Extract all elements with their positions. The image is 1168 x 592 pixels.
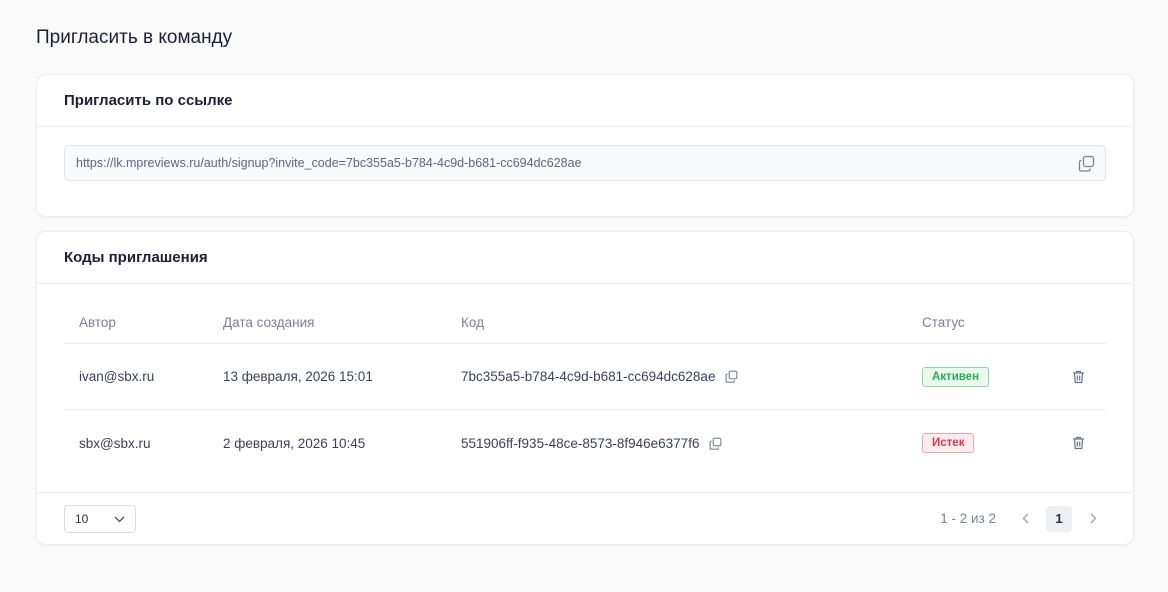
chevron-down-icon: [114, 512, 125, 526]
invite-codes-card: Коды приглашения Автор Дата создания Код…: [36, 231, 1134, 545]
table-footer: 10 1 - 2 из 2 1: [37, 492, 1133, 544]
page-size-value: 10: [75, 511, 89, 526]
column-header-date: Дата создания: [223, 315, 315, 330]
invite-link-card: Пригласить по ссылке https://lk.mpreview…: [36, 74, 1134, 217]
row-status-cell: Истек: [922, 433, 1072, 453]
trash-icon[interactable]: [1072, 436, 1085, 450]
row-date: 2 февраля, 2026 10:45: [223, 435, 366, 451]
invite-link-card-header: Пригласить по ссылке: [37, 75, 1133, 127]
row-code: 551906ff-f935-48ce-8573-8f946e6377f6: [461, 435, 700, 451]
chevron-left-icon[interactable]: [1012, 506, 1038, 532]
column-header-author: Автор: [79, 315, 116, 330]
invite-codes-title: Коды приглашения: [64, 249, 208, 266]
row-code-cell: 551906ff-f935-48ce-8573-8f946e6377f6: [461, 436, 922, 451]
copy-icon[interactable]: [709, 437, 722, 450]
status-badge: Активен: [922, 366, 990, 387]
invite-link-url[interactable]: https://lk.mpreviews.ru/auth/signup?invi…: [76, 156, 1078, 170]
invite-page: Пригласить в команду Пригласить по ссылк…: [0, 0, 1168, 592]
row-code: 7bc355a5-b784-4c9d-b681-cc694dc628ae: [461, 369, 716, 384]
table-row: ivan@sbx.ru 13 февраля, 2026 15:01 7bc35…: [64, 344, 1106, 410]
row-date: 13 февраля, 2026 15:01: [223, 369, 373, 384]
table-row: sbx@sbx.ru 2 февраля, 2026 10:45 551906f…: [64, 410, 1106, 476]
pagination-page-current[interactable]: 1: [1046, 505, 1072, 532]
row-code-cell: 7bc355a5-b784-4c9d-b681-cc694dc628ae: [461, 369, 922, 384]
page-size-select[interactable]: 10: [64, 504, 136, 533]
row-author: sbx@sbx.ru: [79, 435, 151, 451]
invite-codes-card-header: Коды приглашения: [37, 232, 1133, 284]
status-badge: Истек: [922, 433, 975, 453]
row-author: ivan@sbx.ru: [79, 369, 155, 384]
copy-icon[interactable]: [725, 370, 738, 383]
row-actions: [1072, 370, 1106, 384]
page-title: Пригласить в команду: [36, 27, 233, 48]
row-status-cell: Активен: [922, 366, 1072, 387]
copy-icon[interactable]: [1078, 155, 1095, 172]
trash-icon[interactable]: [1072, 370, 1085, 384]
pagination-range: 1 - 2 из 2: [940, 511, 996, 526]
column-header-status: Статус: [922, 315, 965, 330]
invite-link-title: Пригласить по ссылке: [64, 92, 233, 109]
column-header-code: Код: [461, 315, 484, 330]
row-actions: [1072, 436, 1106, 450]
chevron-right-icon[interactable]: [1080, 506, 1106, 532]
pagination: 1 - 2 из 2 1: [940, 505, 1106, 532]
table-header: Автор Дата создания Код Статус: [64, 302, 1106, 344]
invite-link-field[interactable]: https://lk.mpreviews.ru/auth/signup?invi…: [64, 145, 1106, 181]
invite-codes-table: Автор Дата создания Код Статус ivan@sbx.…: [64, 302, 1106, 476]
